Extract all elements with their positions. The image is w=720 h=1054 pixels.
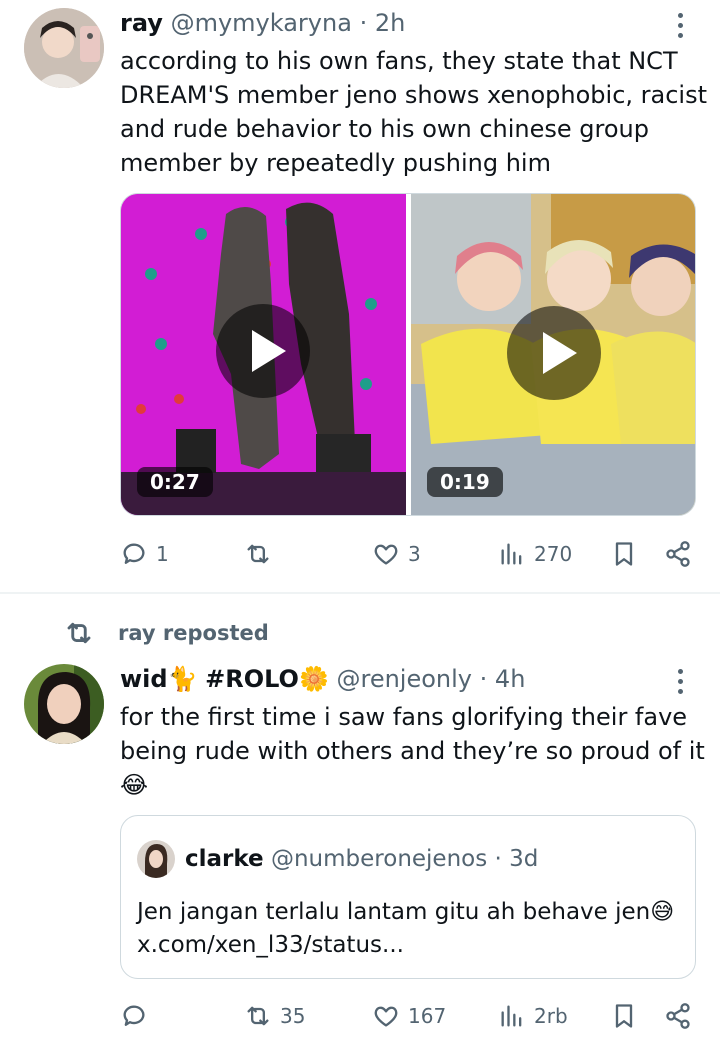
repost-button[interactable] xyxy=(244,534,280,574)
bookmark-button[interactable] xyxy=(610,996,638,1036)
play-icon[interactable] xyxy=(507,306,601,400)
share-icon xyxy=(666,541,690,567)
video-2[interactable]: 0:19 xyxy=(411,194,695,515)
tweet-header: wid🐈 #ROLO🌼 @renjeonly · 4h xyxy=(120,664,525,694)
quote-author-name[interactable]: clarke xyxy=(185,846,264,872)
avatar-wid[interactable] xyxy=(24,664,104,744)
avatar-clarke[interactable] xyxy=(137,840,175,878)
repost-button[interactable]: 35 xyxy=(244,996,305,1036)
tweet-text-line: according to his own fans, they state th… xyxy=(120,47,678,75)
repost-count: 35 xyxy=(280,1004,306,1028)
separator-dot: · xyxy=(359,9,368,37)
tweet-text-line: member by repeatedly pushing him xyxy=(120,149,551,177)
views-count: 270 xyxy=(534,542,573,566)
reply-button[interactable]: 1 xyxy=(120,534,169,574)
author-handle[interactable]: @mymykaryna xyxy=(171,9,352,37)
repost-icon xyxy=(247,544,269,564)
separator-dot: · xyxy=(479,665,488,693)
author-handle[interactable]: @renjeonly xyxy=(336,665,472,693)
cat-emoji: 🐈 xyxy=(167,665,198,693)
quote-timestamp[interactable]: 3d xyxy=(509,846,538,872)
tweet-header: ray @mymykaryna · 2h xyxy=(120,8,405,38)
like-button[interactable]: 3 xyxy=(372,534,421,574)
bookmark-button[interactable] xyxy=(610,534,638,574)
flower-emoji: 🌼 xyxy=(298,665,329,693)
play-icon[interactable] xyxy=(216,304,310,398)
author-name[interactable]: ray xyxy=(120,9,163,37)
media-grid: 0:27 0:19 xyxy=(120,193,696,516)
tweet-text-line: 😂 xyxy=(120,771,149,799)
author-name-tag[interactable]: #ROLO xyxy=(205,665,299,693)
views-button[interactable]: 2rb xyxy=(498,996,568,1036)
views-count: 2rb xyxy=(534,1004,568,1028)
video-1[interactable]: 0:27 xyxy=(121,194,406,515)
separator-dot: · xyxy=(494,846,502,872)
avatar-image xyxy=(137,840,175,878)
quote-link[interactable]: x.com/xen_l33/status... xyxy=(137,929,674,962)
bookmark-icon xyxy=(615,542,633,566)
like-button[interactable]: 167 xyxy=(372,996,446,1036)
tweet-text-line: for the first time i saw fans glorifying… xyxy=(120,703,688,731)
tweet-actions: 1 3 270 xyxy=(0,534,720,574)
reply-count: 1 xyxy=(156,542,169,566)
reply-icon xyxy=(123,543,145,564)
video-duration: 0:19 xyxy=(427,467,503,497)
tweet-text: for the first time i saw fans glorifying… xyxy=(120,700,705,802)
like-icon xyxy=(374,1006,398,1027)
quoted-tweet[interactable]: clarke @numberonejenos · 3d Jen jangan t… xyxy=(120,815,696,979)
views-icon xyxy=(501,543,522,565)
quote-text-line: Jen jangan terlalu lantam gitu ah behave… xyxy=(137,899,675,925)
reply-icon xyxy=(123,1005,145,1026)
quote-header: clarke @numberonejenos · 3d xyxy=(185,844,538,874)
like-icon xyxy=(374,544,398,565)
video-duration: 0:27 xyxy=(137,467,213,497)
timestamp[interactable]: 4h xyxy=(495,665,525,693)
author-name[interactable]: wid xyxy=(120,665,168,693)
timestamp[interactable]: 2h xyxy=(375,9,405,37)
quote-author-handle[interactable]: @numberonejenos xyxy=(271,846,487,872)
more-icon[interactable] xyxy=(676,669,684,694)
more-icon[interactable] xyxy=(676,13,684,38)
repost-icon xyxy=(247,1006,269,1026)
like-count: 167 xyxy=(408,1004,447,1028)
tweet-text-line: being rude with others and they’re so pr… xyxy=(120,737,705,765)
bookmark-icon xyxy=(615,1004,633,1028)
quote-text: Jen jangan terlalu lantam gitu ah behave… xyxy=(137,896,674,962)
avatar-ray[interactable] xyxy=(24,8,104,88)
tweet-text-line: DREAM'S member jeno shows xenophobic, ra… xyxy=(120,81,708,109)
share-button[interactable] xyxy=(664,534,692,574)
reply-button[interactable] xyxy=(120,996,156,1036)
views-icon xyxy=(501,1005,522,1027)
views-button[interactable]: 270 xyxy=(498,534,572,574)
share-button[interactable] xyxy=(664,996,692,1036)
like-count: 3 xyxy=(408,542,421,566)
tweet-text: according to his own fans, they state th… xyxy=(120,44,707,180)
share-icon xyxy=(666,1003,690,1029)
avatar-image xyxy=(24,664,104,744)
avatar-image xyxy=(24,8,104,88)
tweet-1[interactable]: ray @mymykaryna · 2h according to his ow… xyxy=(0,0,720,592)
tweet-actions: 35 167 2rb xyxy=(0,996,720,1036)
tweet-text-line: and rude behavior to his own chinese gro… xyxy=(120,115,649,143)
